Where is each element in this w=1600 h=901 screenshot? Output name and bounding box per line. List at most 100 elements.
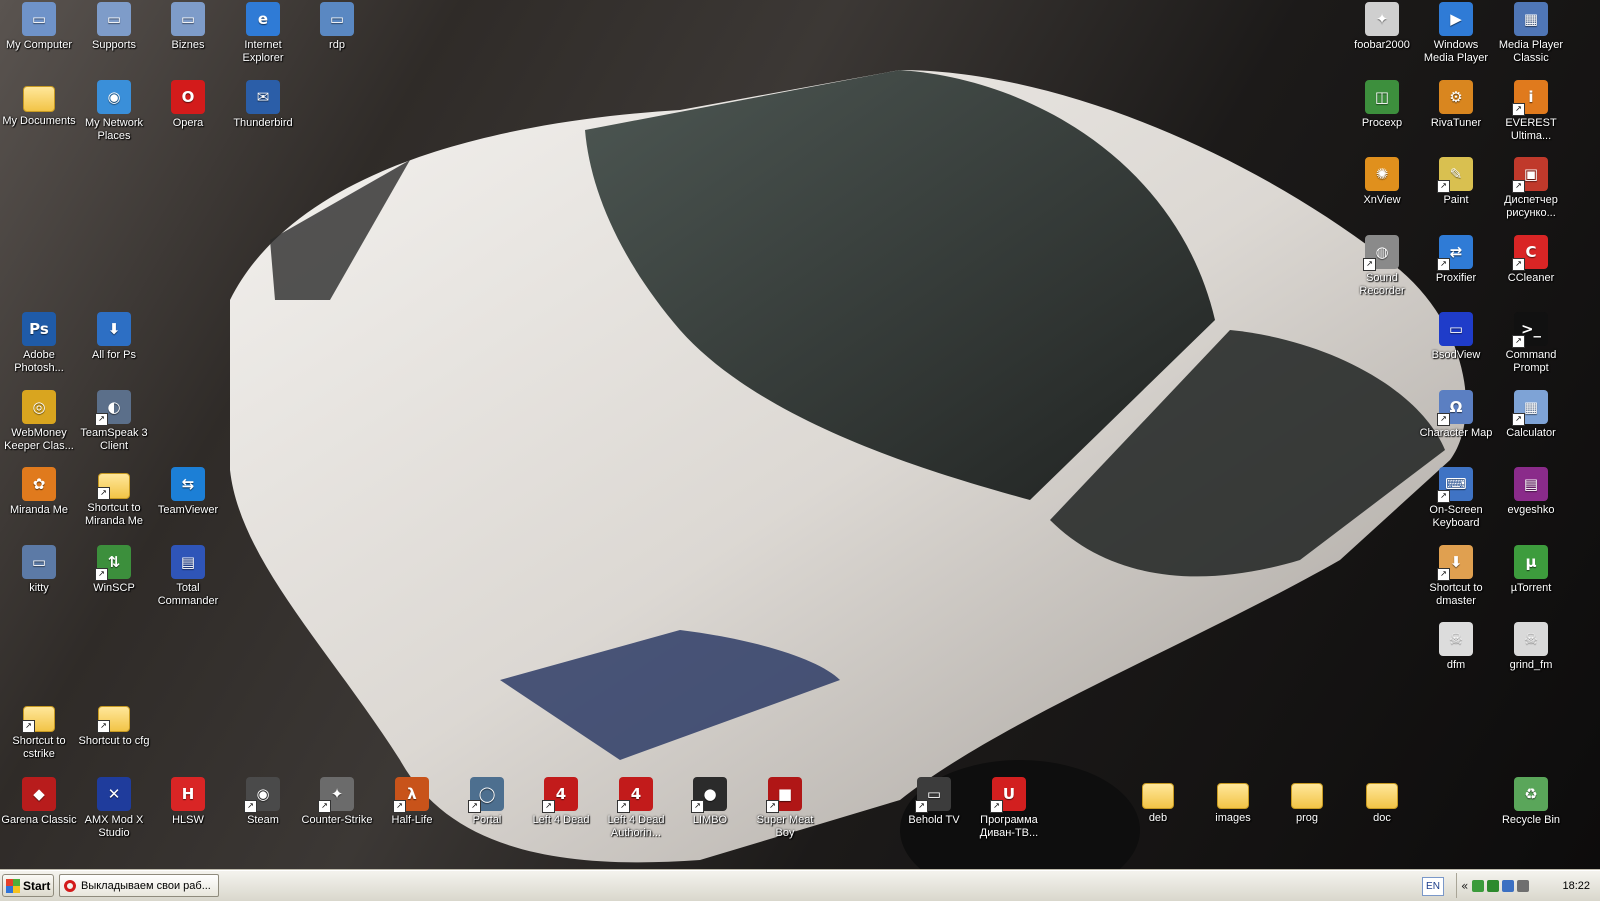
shortcut-arrow-icon: ↗ [22, 720, 35, 733]
icon-glyph: i [1528, 88, 1534, 106]
desktop-icon-command-prompt[interactable]: >_ ↗ Command Prompt [1492, 310, 1570, 375]
desktop-icon-mpc[interactable]: ▦ Media Player Classic [1492, 0, 1570, 65]
desktop-icon-webmoney[interactable]: ◎ WebMoney Keeper Clas... [0, 388, 78, 453]
desktop-icon-procexp[interactable]: ◫ Procexp [1343, 78, 1421, 130]
desktop-icon-total-commander[interactable]: ▤ Total Commander [149, 543, 227, 608]
tray-app-icon[interactable] [1472, 879, 1485, 892]
desktop-icon-label: All for Ps [91, 349, 136, 361]
desktop-icon-thunderbird[interactable]: ✉ Thunderbird [224, 78, 302, 130]
tray-expand-chevron-icon[interactable]: « [1461, 879, 1468, 893]
desktop-icon-teamspeak[interactable]: ◐ ↗ TeamSpeak 3 Client [75, 388, 153, 453]
desktop-icon-dmaster[interactable]: ⬇ ↗ Shortcut to dmaster [1417, 543, 1495, 608]
shortcut-arrow-icon: ↗ [95, 568, 108, 581]
desktop-icon-limbo[interactable]: ● ↗ LIMBO [671, 775, 749, 827]
tray-app-icon[interactable] [1487, 879, 1500, 892]
desktop-icon-opera[interactable]: O Opera [149, 78, 227, 130]
desktop-icon-documents-folder[interactable]: My Documents [0, 78, 78, 128]
language-indicator[interactable]: EN [1422, 877, 1444, 896]
shortcut-arrow-icon: ↗ [542, 800, 555, 813]
desktop-icon-divan-tv[interactable]: U ↗ Программа Диван-ТВ... [970, 775, 1048, 840]
desktop-icon-computer[interactable]: ▭ My Computer [0, 0, 78, 52]
desktop-icon-amx-mod[interactable]: ✕ AMX Mod X Studio [75, 775, 153, 840]
shortcut-arrow-icon: ↗ [766, 800, 779, 813]
desktop-icon-media-player[interactable]: ▶ Windows Media Player [1417, 0, 1495, 65]
desktop-icon-kitty[interactable]: ▭ kitty [0, 543, 78, 595]
icon-glyph: ⇆ [181, 475, 195, 493]
icon-glyph: ⚙ [1449, 88, 1463, 106]
desktop-icon-left4dead-authoring[interactable]: 4 ↗ Left 4 Dead Authorin... [597, 775, 675, 840]
desktop-icon-super-meat-boy[interactable]: ■ ↗ Super Meat Boy [746, 775, 824, 840]
desktop-icon-network-computer[interactable]: ▭ Biznes [149, 0, 227, 52]
desktop-icon-winrar[interactable]: ▤ evgeshko [1492, 465, 1570, 517]
desktop-icon-paint[interactable]: ✎ ↗ Paint [1417, 155, 1495, 207]
desktop-icon-ccleaner[interactable]: C ↗ CCleaner [1492, 233, 1570, 285]
picture-manager-icon: ▣ ↗ [1512, 157, 1548, 193]
desktop-icon-on-screen-keyboard[interactable]: ⌨ ↗ On-Screen Keyboard [1417, 465, 1495, 530]
icon-glyph: O [181, 88, 195, 106]
desktop-icon-steam[interactable]: ◉ ↗ Steam [224, 775, 302, 827]
desktop-icon-proxifier[interactable]: ⇄ ↗ Proxifier [1417, 233, 1495, 285]
desktop-icon-label: Adobe Photosh... [14, 349, 64, 374]
internet-explorer-icon: e [246, 2, 280, 36]
desktop-icon-label: RivaTuner [1430, 117, 1482, 129]
desktop-icon-remote-desktop[interactable]: ▭ rdp [298, 0, 376, 52]
desktop-icon-label: kitty [29, 582, 49, 594]
desktop-icon-miranda[interactable]: ✿ Miranda Me [0, 465, 78, 517]
icon-glyph: ▦ [1523, 398, 1539, 416]
behold-tv-icon: ▭ ↗ [915, 777, 951, 813]
desktop-icon-label: Procexp [1361, 117, 1403, 129]
desktop-icon-folder-shortcut[interactable]: ↗ Shortcut to cstrike [0, 698, 78, 761]
desktop-icon-garena[interactable]: ◆ Garena Classic [0, 775, 78, 827]
desktop-icon-picture-manager[interactable]: ▣ ↗ Диспетчер рисунко... [1492, 155, 1570, 220]
desktop-icon-calculator[interactable]: ▦ ↗ Calculator [1492, 388, 1570, 440]
desktop-icon-folder[interactable]: doc [1343, 775, 1421, 825]
desktop-icon-xnview[interactable]: ✺ XnView [1343, 155, 1421, 207]
desktop-icon-grind-document[interactable]: ☠ grind_fm [1492, 620, 1570, 672]
left4dead-authoring-icon: 4 ↗ [617, 777, 653, 813]
desktop-icon-foobar[interactable]: ✦ foobar2000 [1343, 0, 1421, 52]
desktop-icon-winscp[interactable]: ⇅ ↗ WinSCP [75, 543, 153, 595]
desktop-icon-recycle-bin[interactable]: ♻ Recycle Bin [1492, 775, 1570, 827]
desktop-icon-everest[interactable]: i ↗ EVEREST Ultima... [1492, 78, 1570, 143]
shortcut-arrow-icon: ↗ [1437, 413, 1450, 426]
desktop-icon-dfm-document[interactable]: ☠ dfm [1417, 620, 1495, 672]
folder-icon [1291, 783, 1323, 809]
desktop-icon-photoshop[interactable]: Ps Adobe Photosh... [0, 310, 78, 375]
icon-glyph: ◫ [1374, 88, 1390, 106]
desktop-icon-bsodview[interactable]: ▭ BsodView [1417, 310, 1495, 362]
desktop-icon-photoshop-arrow[interactable]: ⬇ All for Ps [75, 310, 153, 362]
network-computer-icon: ▭ [97, 2, 131, 36]
start-label: Start [23, 878, 51, 893]
taskbar-window-opera[interactable]: Выкладываем свои раб... [59, 874, 219, 897]
shortcut-arrow-icon: ↗ [318, 800, 331, 813]
tray-app-icon[interactable] [1517, 879, 1530, 892]
desktop-icon-folder-shortcut[interactable]: ↗ Shortcut to cfg [75, 698, 153, 748]
tray-app-icon[interactable] [1502, 879, 1515, 892]
icon-glyph: ▭ [329, 10, 345, 28]
desktop-icon-utorrent[interactable]: µ µTorrent [1492, 543, 1570, 595]
desktop-icon-folder[interactable]: images [1194, 775, 1272, 825]
desktop-icon-internet-explorer[interactable]: e Internet Explorer [224, 0, 302, 65]
desktop-icon-network-places[interactable]: ◉ My Network Places [75, 78, 153, 143]
desktop-icon-hlsw[interactable]: H HLSW [149, 775, 227, 827]
desktop-icon-character-map[interactable]: Ω ↗ Character Map [1417, 388, 1495, 440]
desktop-icon-left4dead[interactable]: 4 ↗ Left 4 Dead [522, 775, 600, 827]
desktop-icon-rivatuner[interactable]: ⚙ RivaTuner [1417, 78, 1495, 130]
winscp-icon: ⇅ ↗ [95, 545, 131, 581]
desktop-icon-folder[interactable]: deb [1119, 775, 1197, 825]
desktop-icon-network-computer[interactable]: ▭ Supports [75, 0, 153, 52]
desktop-icon-teamviewer[interactable]: ⇆ TeamViewer [149, 465, 227, 517]
desktop-icon-folder[interactable]: prog [1268, 775, 1346, 825]
icon-glyph: ◐ [107, 398, 121, 416]
desktop-icon-half-life[interactable]: λ ↗ Half-Life [373, 775, 451, 827]
desktop-icon-behold-tv[interactable]: ▭ ↗ Behold TV [895, 775, 973, 827]
desktop-icon-label: Miranda Me [9, 504, 69, 516]
desktop-icon-label: CCleaner [1507, 272, 1555, 284]
desktop-icon-sound-recorder[interactable]: ◍ ↗ Sound Recorder [1343, 233, 1421, 298]
start-button[interactable]: Start [2, 874, 54, 897]
icon-glyph: H [181, 785, 195, 803]
desktop-icon-counter-strike[interactable]: ✦ ↗ Counter-Strike [298, 775, 376, 827]
desktop-icon-portal[interactable]: ◯ ↗ Portal [448, 775, 526, 827]
desktop[interactable]: ▭ My Computer ▭ Supports ▭ Biznes e Internet Ex… [0, 0, 1600, 870]
desktop-icon-folder-shortcut[interactable]: ↗ Shortcut to Miranda Me [75, 465, 153, 528]
